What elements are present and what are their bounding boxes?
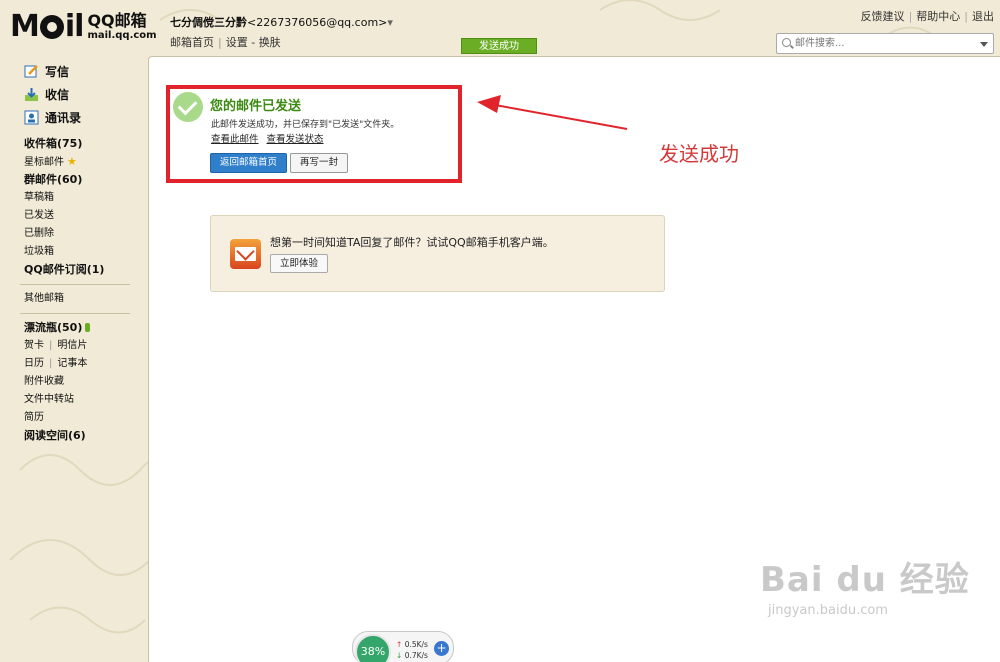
card-link[interactable]: 贺卡 — [24, 340, 44, 351]
sidebar-compose[interactable]: 写信 — [0, 60, 148, 83]
receive-label: 收信 — [45, 88, 70, 102]
sent-links: 查看此邮件 查看发送状态 — [211, 131, 332, 145]
feedback-link[interactable]: 反馈建议 — [861, 10, 905, 23]
compose-label: 写信 — [45, 65, 70, 79]
top-header: Mil QQ邮箱 mail.qq.com 七分倜傥三分黔<2267376056@… — [0, 0, 1000, 56]
sidebar-item-drift-bottle[interactable]: 漂流瓶(50) — [0, 319, 148, 337]
sidebar-item-sent[interactable]: 已发送 — [0, 207, 148, 225]
logo-mark: Mil — [10, 9, 84, 44]
back-to-inbox-button[interactable]: 返回邮箱首页 — [210, 153, 287, 173]
try-now-button[interactable]: 立即体验 — [270, 254, 328, 273]
compose-icon — [24, 65, 38, 78]
starred-label: 星标邮件 — [24, 157, 64, 168]
account-email: <2267376056@qq.com> — [247, 16, 388, 29]
speed-percent: 38% — [355, 634, 391, 662]
sidebar: 写信 收信 通讯录 收件箱(75) 星标邮件 ★ 群邮件(60) 草稿箱 已发送 … — [0, 60, 148, 445]
contacts-icon — [24, 110, 39, 125]
logo-domain: mail.qq.com — [87, 30, 157, 41]
mail-envelope-icon — [230, 239, 261, 269]
search-icon — [782, 38, 791, 47]
sent-description: 此邮件发送成功，并已保存到"已发送"文件夹。 — [211, 120, 400, 130]
annotation-text: 发送成功 — [659, 142, 739, 166]
search-input[interactable] — [795, 36, 975, 51]
sent-confirmation-box: 您的邮件已发送 此邮件发送成功，并已保存到"已发送"文件夹。 查看此邮件 查看发送… — [166, 85, 462, 183]
sidebar-divider — [20, 313, 130, 314]
sidebar-item-resume[interactable]: 简历 — [0, 409, 148, 427]
sidebar-item-other[interactable]: 其他邮箱 — [0, 290, 148, 308]
sidebar-item-spam[interactable]: 垃圾箱 — [0, 243, 148, 261]
account-name-line[interactable]: 七分倜傥三分黔<2267376056@qq.com>▾ — [170, 14, 393, 30]
sidebar-item-deleted[interactable]: 已删除 — [0, 225, 148, 243]
send-success-toast: 发送成功 — [461, 38, 537, 54]
upload-arrow-icon: ↑ — [396, 640, 403, 649]
sidebar-item-drafts[interactable]: 草稿箱 — [0, 189, 148, 207]
download-speed: ↓ 0.7K/s — [396, 651, 428, 660]
watermark-main: Bai du 经验 — [760, 560, 970, 600]
sidebar-item-calendar: 日历 | 记事本 — [24, 358, 88, 369]
mail-search-box — [776, 33, 994, 54]
sidebar-item-inbox[interactable]: 收件箱(75) — [0, 135, 148, 153]
write-again-button[interactable]: 再写一封 — [290, 153, 348, 173]
help-link[interactable]: 帮助中心 — [916, 10, 960, 23]
view-status-link[interactable]: 查看发送状态 — [267, 134, 324, 145]
network-speed-widget[interactable]: 38% ↑ 0.5K/s ↓ 0.7K/s + — [352, 631, 454, 662]
notes-link[interactable]: 记事本 — [57, 358, 87, 369]
sent-title: 您的邮件已发送 — [210, 99, 302, 114]
sidebar-contacts[interactable]: 通讯录 — [0, 106, 148, 129]
upload-speed: ↑ 0.5K/s — [396, 640, 428, 649]
sidebar-item-attachments[interactable]: 附件收藏 — [0, 373, 148, 391]
search-dropdown-icon[interactable] — [980, 42, 988, 47]
sidebar-item-group[interactable]: 群邮件(60) — [0, 171, 148, 189]
logout-link[interactable]: 退出 — [972, 10, 994, 23]
sidebar-item-cards: 贺卡 | 明信片 — [24, 340, 88, 351]
sidebar-item-transfer[interactable]: 文件中转站 — [0, 391, 148, 409]
annotation-arrow-icon — [477, 95, 628, 130]
mobile-client-promo: 想第一时间知道TA回复了邮件？试试QQ邮箱手机客户端。 立即体验 — [210, 215, 665, 292]
sidebar-divider — [20, 284, 130, 285]
download-arrow-icon: ↓ — [396, 651, 403, 660]
contacts-label: 通讯录 — [45, 111, 82, 125]
success-check-icon — [173, 92, 203, 122]
top-links: 反馈建议 | 帮助中心 | 退出 — [860, 10, 994, 23]
qq-mail-logo[interactable]: Mil QQ邮箱 mail.qq.com — [10, 12, 157, 42]
baidu-watermark: Bai du 经验 jingyan.baidu.com — [760, 552, 970, 618]
drift-label: 漂流瓶(50) — [24, 321, 83, 334]
account-name: 七分倜傥三分黔 — [170, 16, 247, 29]
calendar-link[interactable]: 日历 — [24, 358, 44, 369]
star-icon: ★ — [67, 155, 77, 168]
inbox-download-icon — [25, 88, 38, 101]
account-dropdown-icon[interactable]: ▾ — [387, 16, 393, 29]
account-links: 邮箱首页 | 设置 - 换肤 — [170, 36, 281, 49]
logo-cn: QQ邮箱 — [87, 11, 147, 30]
settings-link[interactable]: 设置 — [226, 36, 248, 49]
logo-text: QQ邮箱 mail.qq.com — [87, 13, 156, 41]
plus-icon[interactable]: + — [434, 641, 449, 656]
watermark-sub: jingyan.baidu.com — [768, 603, 888, 618]
view-mail-link[interactable]: 查看此邮件 — [211, 134, 259, 145]
account-info: 七分倜傥三分黔<2267376056@qq.com>▾ 邮箱首页 | 设置 - 换肤 — [170, 14, 393, 50]
skin-link[interactable]: 换肤 — [259, 36, 281, 49]
mailbox-home-link[interactable]: 邮箱首页 — [170, 36, 214, 49]
promo-text: 想第一时间知道TA回复了邮件？试试QQ邮箱手机客户端。 — [270, 236, 554, 249]
sidebar-item-subscriptions[interactable]: QQ邮件订阅(1) — [0, 261, 148, 279]
sidebar-item-starred[interactable]: 星标邮件 ★ — [0, 153, 148, 171]
sidebar-receive[interactable]: 收信 — [0, 83, 148, 106]
postcard-link[interactable]: 明信片 — [57, 340, 87, 351]
bottle-icon — [85, 323, 91, 332]
sidebar-item-reading[interactable]: 阅读空间(6) — [0, 427, 148, 445]
